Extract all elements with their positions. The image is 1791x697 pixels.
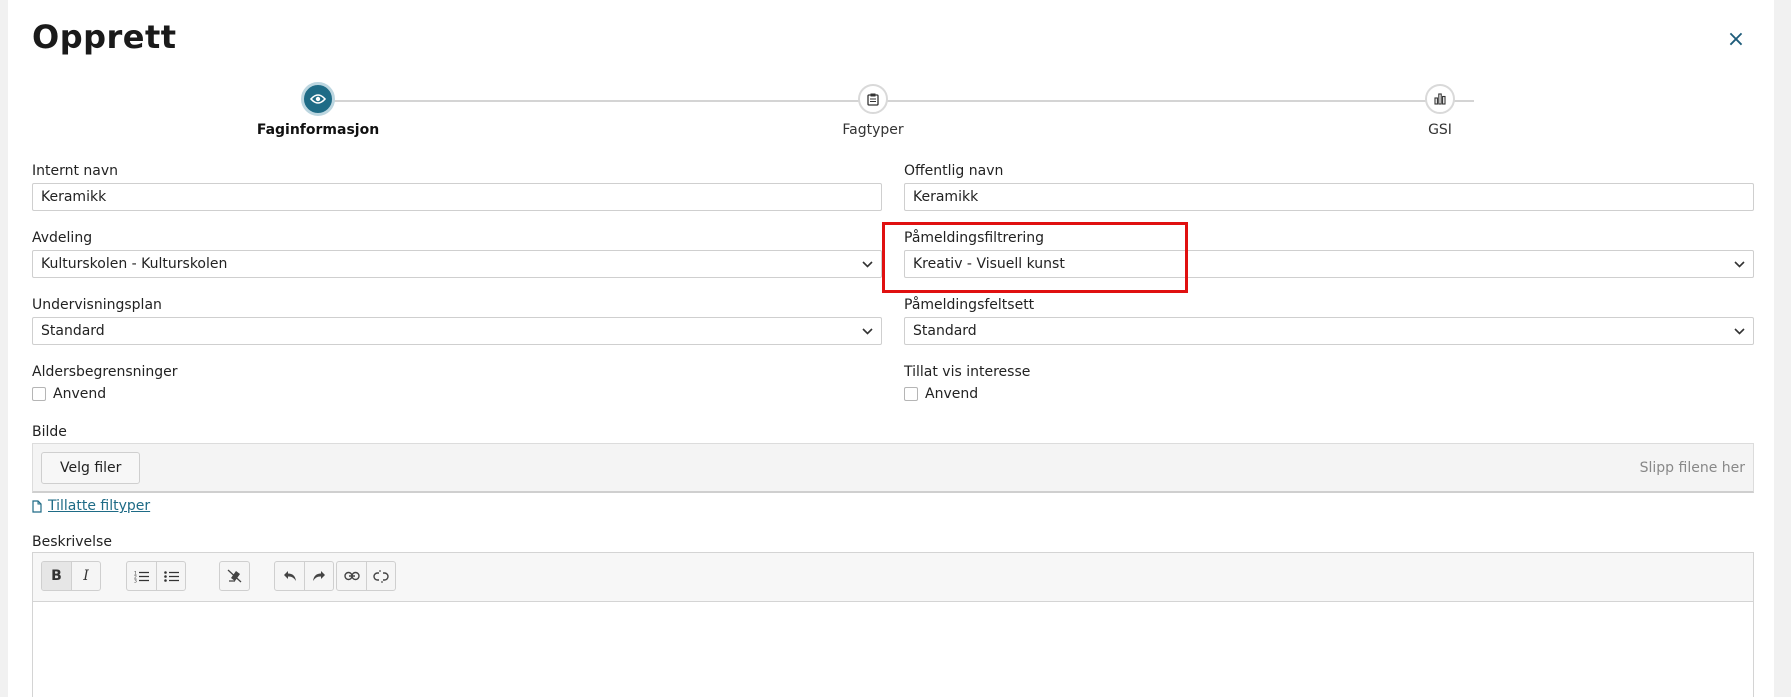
choose-files-button[interactable]: Velg filer bbox=[41, 452, 141, 484]
close-icon[interactable]: × bbox=[1724, 28, 1748, 52]
avdeling-field: Avdeling Kulturskolen - Kulturskolen bbox=[32, 228, 882, 278]
pameldingsfeltsett-value: Standard bbox=[913, 323, 977, 339]
drop-hint: Slipp filene her bbox=[1639, 460, 1745, 476]
aldersbegrensninger-checkbox[interactable] bbox=[32, 387, 46, 401]
avdeling-value: Kulturskolen - Kulturskolen bbox=[41, 256, 228, 272]
bilde-label: Bilde bbox=[32, 424, 67, 440]
tillat-vis-interesse-label: Tillat vis interesse bbox=[904, 364, 1031, 380]
beskrivelse-label: Beskrivelse bbox=[32, 534, 112, 550]
clipboard-icon bbox=[858, 84, 888, 114]
file-icon bbox=[32, 499, 42, 513]
tillat-vis-interesse-field: Tillat vis interesse Anvend bbox=[904, 362, 1304, 404]
pameldingsfiltrering-select[interactable]: Kreativ - Visuell kunst bbox=[904, 250, 1754, 278]
tillat-vis-interesse-checkbox[interactable] bbox=[904, 387, 918, 401]
aldersbegrensninger-field: Aldersbegrensninger Anvend bbox=[32, 362, 432, 404]
file-dropzone[interactable]: Velg filer Slipp filene her bbox=[32, 443, 1754, 493]
pameldingsfeltsett-label: Påmeldingsfeltsett bbox=[904, 297, 1035, 313]
svg-text:3: 3 bbox=[134, 578, 137, 583]
format-group: B I bbox=[41, 561, 101, 591]
unlink-icon[interactable] bbox=[366, 562, 395, 590]
link-group bbox=[336, 561, 396, 591]
step-faginformasjon[interactable]: Faginformasjon bbox=[218, 82, 418, 138]
undervisningsplan-field: Undervisningsplan Standard bbox=[32, 295, 882, 345]
pameldingsfeltsett-field: Påmeldingsfeltsett Standard bbox=[904, 295, 1754, 345]
allowed-filetypes-text: Tillatte filtyper bbox=[48, 498, 151, 514]
offentlig-navn-input[interactable]: Keramikk bbox=[904, 183, 1754, 211]
bold-button[interactable]: B bbox=[42, 562, 71, 590]
avdeling-label: Avdeling bbox=[32, 230, 93, 246]
list-group: 123 bbox=[126, 561, 186, 591]
pameldingsfiltrering-value: Kreativ - Visuell kunst bbox=[913, 256, 1065, 272]
internt-navn-field: Internt navn Keramikk bbox=[32, 161, 882, 211]
description-editor[interactable]: B I 123 bbox=[32, 552, 1754, 697]
create-dialog: Opprett × Faginformasjon Fagtyper GSI In… bbox=[8, 0, 1774, 697]
link-icon[interactable] bbox=[337, 562, 366, 590]
aldersbegrensninger-label: Aldersbegrensninger bbox=[32, 364, 178, 380]
step-label: Fagtyper bbox=[842, 122, 904, 138]
undo-icon[interactable] bbox=[275, 562, 304, 590]
pameldingsfiltrering-field: Påmeldingsfiltrering Kreativ - Visuell k… bbox=[904, 228, 1754, 278]
clear-format-icon[interactable] bbox=[220, 562, 249, 590]
allowed-filetypes-link[interactable]: Tillatte filtyper bbox=[32, 498, 150, 514]
undervisningsplan-label: Undervisningsplan bbox=[32, 297, 162, 313]
offentlig-navn-label: Offentlig navn bbox=[904, 163, 1004, 179]
chevron-down-icon bbox=[861, 318, 873, 344]
internt-navn-input[interactable]: Keramikk bbox=[32, 183, 882, 211]
bullet-list-icon[interactable] bbox=[156, 562, 185, 590]
aldersbegrensninger-row: Anvend bbox=[32, 384, 432, 404]
italic-button[interactable]: I bbox=[71, 562, 100, 590]
pameldingsfiltrering-label: Påmeldingsfiltrering bbox=[904, 230, 1045, 246]
step-label: GSI bbox=[1428, 122, 1452, 138]
chevron-down-icon bbox=[861, 251, 873, 277]
editor-toolbar: B I 123 bbox=[33, 553, 1753, 602]
tillat-vis-interesse-row: Anvend bbox=[904, 384, 1304, 404]
avdeling-select[interactable]: Kulturskolen - Kulturskolen bbox=[32, 250, 882, 278]
step-fagtyper[interactable]: Fagtyper bbox=[773, 84, 973, 138]
step-gsi[interactable]: GSI bbox=[1340, 84, 1540, 138]
undervisningsplan-select[interactable]: Standard bbox=[32, 317, 882, 345]
offentlig-navn-field: Offentlig navn Keramikk bbox=[904, 161, 1754, 211]
chevron-down-icon bbox=[1733, 318, 1745, 344]
history-group bbox=[274, 561, 334, 591]
pameldingsfeltsett-select[interactable]: Standard bbox=[904, 317, 1754, 345]
bar-chart-icon bbox=[1425, 84, 1455, 114]
checkbox-label: Anvend bbox=[53, 386, 107, 402]
redo-icon[interactable] bbox=[304, 562, 333, 590]
eye-icon bbox=[301, 82, 335, 116]
step-label: Faginformasjon bbox=[256, 122, 380, 138]
ordered-list-icon[interactable]: 123 bbox=[127, 562, 156, 590]
chevron-down-icon bbox=[1733, 251, 1745, 277]
clear-group bbox=[219, 561, 250, 591]
undervisningsplan-value: Standard bbox=[41, 323, 105, 339]
internt-navn-label: Internt navn bbox=[32, 163, 119, 179]
checkbox-label: Anvend bbox=[925, 386, 979, 402]
dialog-title: Opprett bbox=[32, 18, 177, 56]
